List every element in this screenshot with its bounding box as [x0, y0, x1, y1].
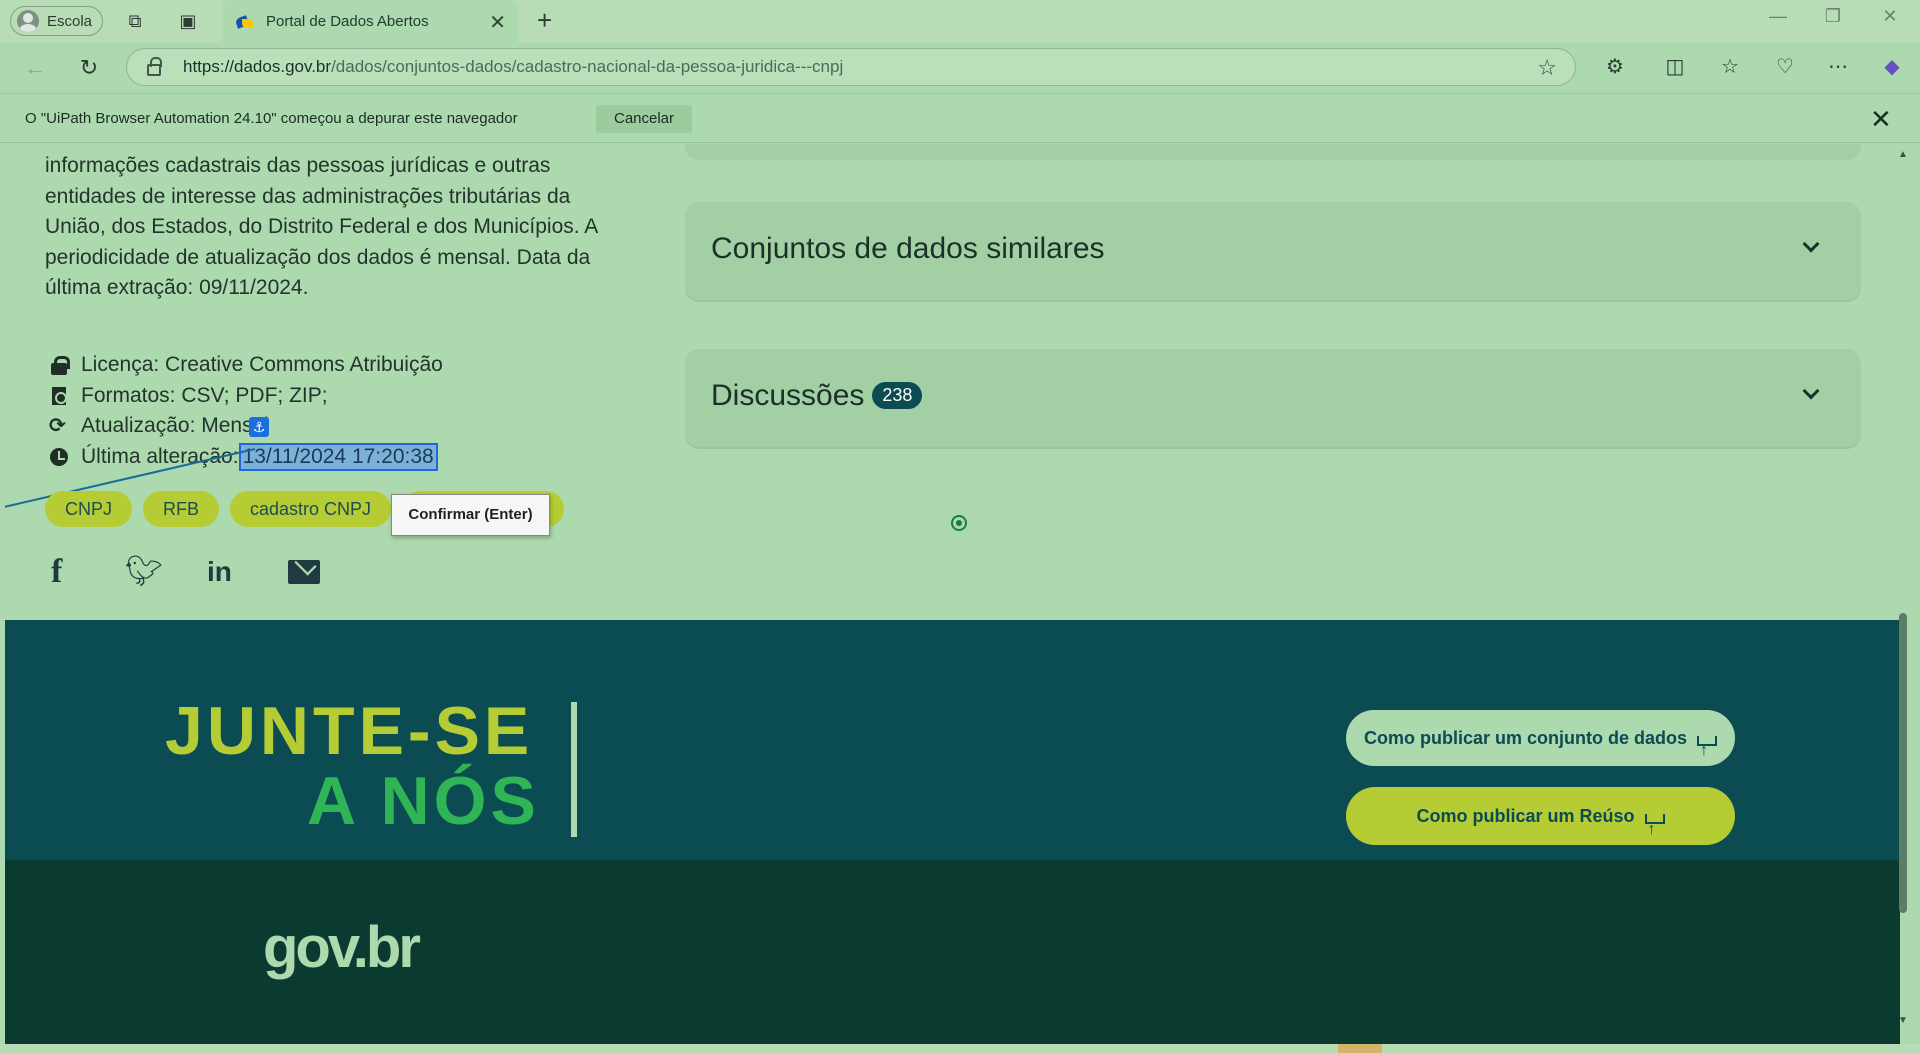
url-path: /dados/conjuntos-dados/cadastro-nacional…: [331, 57, 844, 76]
url-host: https://dados.gov.br: [183, 57, 332, 76]
last-change-value-selected[interactable]: 13/11/2024 17:20:38: [238, 442, 438, 471]
tab-portal-dados-abertos[interactable]: Portal de Dados Abertos ✕: [222, 0, 518, 43]
dataset-description: informações cadastrais das pessoas juríd…: [45, 154, 598, 299]
upload-icon: [1697, 723, 1717, 779]
publish-dataset-button[interactable]: Como publicar um conjunto de dados: [1346, 710, 1735, 779]
license-row: Licença: Creative Commons Atribuição: [49, 350, 443, 381]
linkedin-icon[interactable]: in: [207, 555, 241, 589]
file-pdf-icon: [49, 386, 69, 406]
sync-icon: ⟳: [49, 415, 66, 438]
vertical-tabs-icon[interactable]: ▣: [175, 8, 201, 34]
scroll-up-icon[interactable]: ▲: [1898, 149, 1908, 160]
extensions-icon[interactable]: ⚙: [1600, 52, 1630, 82]
join-title-line1: JUNTE-SE: [165, 693, 534, 769]
minimize-icon[interactable]: —: [1758, 6, 1798, 27]
publish-reuse-label: Como publicar um Reúso: [1416, 806, 1635, 826]
avatar-icon: [17, 10, 39, 32]
chevron-down-icon[interactable]: [1802, 382, 1820, 400]
favorites-icon[interactable]: ☆: [1715, 52, 1745, 82]
refresh-icon[interactable]: ↻: [76, 55, 102, 81]
publish-dataset-label: Como publicar um conjunto de dados: [1363, 728, 1687, 748]
join-us-section: JUNTE-SE A NÓS Como publicar um conjunto…: [5, 620, 1900, 860]
close-infobar-icon[interactable]: ✕: [1870, 104, 1892, 135]
dataset-meta: Licença: Creative Commons Atribuição For…: [49, 350, 443, 472]
email-icon[interactable]: [288, 555, 322, 589]
infobar-message: O "UiPath Browser Automation 24.10" come…: [25, 110, 518, 127]
similar-datasets-title: Conjuntos de dados similares: [711, 232, 1105, 265]
tag-cadastro-cnpj[interactable]: cadastro CNPJ: [230, 491, 392, 527]
page-viewport: informações cadastrais das pessoas juríd…: [5, 144, 1900, 1044]
debugging-infobar: O "UiPath Browser Automation 24.10" come…: [0, 93, 1920, 143]
tag-rfb[interactable]: RFB: [143, 491, 220, 527]
similar-datasets-panel[interactable]: Conjuntos de dados similares: [685, 202, 1861, 300]
facebook-icon[interactable]: f: [51, 555, 85, 589]
join-divider: [571, 702, 577, 837]
discussions-count-badge: 238: [872, 382, 923, 409]
anchor-icon[interactable]: ⚓: [249, 417, 269, 437]
clock-icon: [49, 447, 69, 467]
previous-panel-edge: [685, 144, 1861, 160]
discussions-title: Discussões: [711, 379, 865, 412]
update-text: Atualização: Mensal: [81, 414, 269, 438]
profile-label: Escola: [47, 12, 93, 30]
target-locator-icon: [951, 515, 967, 531]
license-text: Licença: Creative Commons Atribuição: [81, 353, 443, 377]
url-field[interactable]: https://dados.gov.br /dados/conjuntos-da…: [126, 48, 1576, 86]
bottom-strip-segment: [1338, 1044, 1382, 1053]
browser-essentials-icon[interactable]: ♡: [1770, 52, 1800, 82]
copilot-icon[interactable]: ◆: [1877, 52, 1907, 82]
lock-icon: [147, 57, 162, 76]
twitter-icon[interactable]: 🐦︎: [125, 555, 163, 589]
upload-icon: [1644, 801, 1665, 859]
publish-reuse-button[interactable]: Como publicar um Reúso: [1346, 787, 1735, 859]
profile-button[interactable]: Escola: [10, 6, 103, 36]
close-window-icon[interactable]: ✕: [1870, 6, 1910, 27]
formats-text: Formatos: CSV; PDF; ZIP;: [81, 383, 328, 407]
join-title-line2: A NÓS: [307, 763, 540, 839]
chevron-down-icon[interactable]: [1802, 235, 1820, 253]
new-tab-icon[interactable]: +: [537, 5, 552, 36]
scrollbar-thumb[interactable]: [1899, 613, 1907, 913]
dataset-section: informações cadastrais das pessoas juríd…: [5, 144, 1900, 620]
tag-cnpj[interactable]: CNPJ: [45, 491, 133, 527]
govbr-favicon-icon: [236, 13, 254, 31]
footer: gov.br: [5, 860, 1900, 1044]
tab-title: Portal de Dados Abertos: [266, 13, 429, 30]
confirm-tooltip[interactable]: Confirmar (Enter): [391, 494, 550, 536]
more-menu-icon[interactable]: ⋯: [1823, 52, 1853, 82]
close-tab-icon[interactable]: ✕: [489, 10, 506, 35]
back-icon[interactable]: ←: [22, 55, 48, 81]
last-change-row: Última alteração: 13/11/2024 17:20:38: [49, 442, 443, 473]
workspaces-icon[interactable]: ⧉: [122, 8, 148, 34]
update-row: ⟳ Atualização: Mensal: [49, 411, 443, 442]
scroll-down-icon[interactable]: ▼: [1898, 1015, 1908, 1026]
restore-icon[interactable]: ❐: [1813, 6, 1853, 27]
page-scrollbar[interactable]: ▲ ▼: [1896, 149, 1910, 1028]
split-screen-icon[interactable]: ◫: [1660, 52, 1690, 82]
tab-bar: Escola ⧉ ▣ Portal de Dados Abertos ✕ + —…: [0, 0, 1920, 43]
formats-row: Formatos: CSV; PDF; ZIP;: [49, 381, 443, 412]
govbr-logo[interactable]: gov.br: [263, 914, 421, 981]
lock-icon: [49, 355, 70, 376]
cancel-debugging-button[interactable]: Cancelar: [596, 105, 692, 133]
bottom-strip: [0, 1044, 1920, 1053]
discussions-title-wrap: Discussões 238: [711, 379, 923, 413]
address-bar-row: ← ↻ https://dados.gov.br /dados/conjunto…: [0, 43, 1920, 93]
favorite-star-icon[interactable]: ☆: [1537, 55, 1557, 81]
discussions-panel[interactable]: Discussões 238: [685, 349, 1861, 447]
